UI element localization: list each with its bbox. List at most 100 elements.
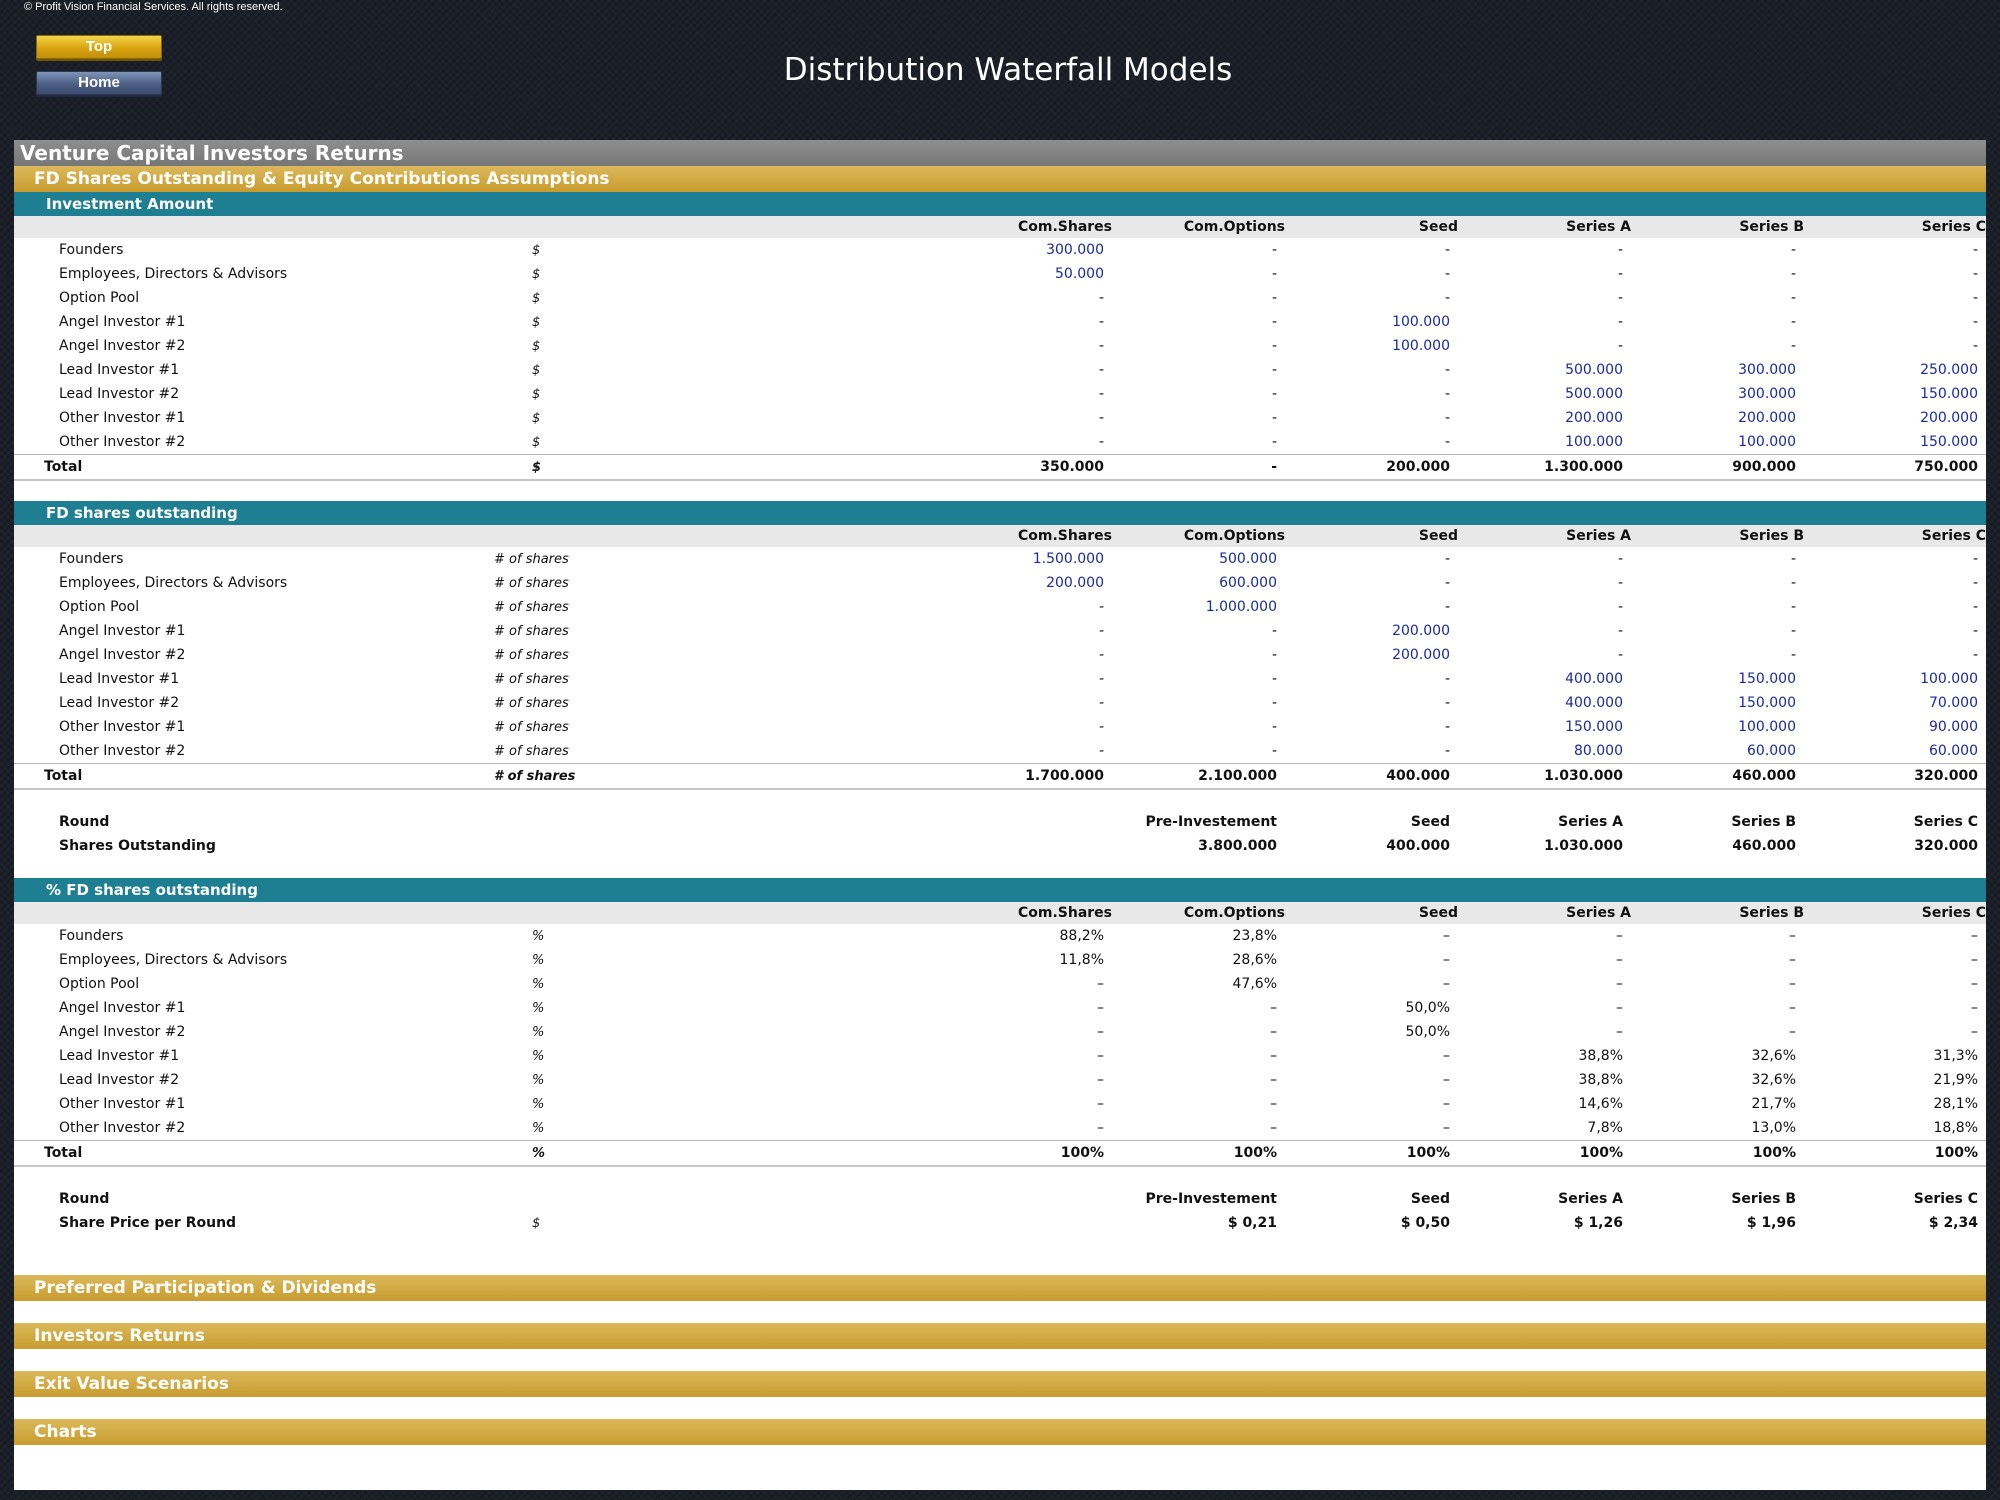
cell-series-a[interactable]: -: [1458, 571, 1631, 595]
cell-seed[interactable]: -: [1285, 595, 1458, 619]
round-value-pre-investement[interactable]: $ 0,21: [1112, 1211, 1285, 1235]
cell-series-b[interactable]: 150.000: [1631, 691, 1804, 715]
cell-series-a[interactable]: -: [1458, 643, 1631, 667]
cell-seed[interactable]: –: [1285, 924, 1458, 948]
round-value-series-c[interactable]: 320.000: [1804, 834, 1986, 858]
cell-seed[interactable]: –: [1285, 1044, 1458, 1068]
section-header-exit-value-scenarios[interactable]: Exit Value Scenarios: [14, 1371, 1986, 1397]
cell-series-a[interactable]: 80.000: [1458, 739, 1631, 764]
section-header-investors-returns[interactable]: Investors Returns: [14, 1323, 1986, 1349]
cell-series-c[interactable]: -: [1804, 262, 1986, 286]
cell-series-b[interactable]: 21,7%: [1631, 1092, 1804, 1116]
cell-com-options[interactable]: 100%: [1112, 1140, 1285, 1167]
cell-seed[interactable]: –: [1285, 1116, 1458, 1141]
cell-com-shares[interactable]: -: [939, 382, 1112, 406]
cell-series-a[interactable]: -: [1458, 595, 1631, 619]
round-value-seed[interactable]: 400.000: [1285, 834, 1458, 858]
cell-series-b[interactable]: -: [1631, 643, 1804, 667]
cell-series-c[interactable]: 70.000: [1804, 691, 1986, 715]
cell-com-options[interactable]: -: [1112, 691, 1285, 715]
cell-series-c[interactable]: 60.000: [1804, 739, 1986, 764]
cell-seed[interactable]: 200.000: [1285, 454, 1458, 481]
cell-series-a[interactable]: 38,8%: [1458, 1068, 1631, 1092]
cell-com-options[interactable]: –: [1112, 1068, 1285, 1092]
cell-series-a[interactable]: 500.000: [1458, 358, 1631, 382]
cell-seed[interactable]: -: [1285, 430, 1458, 455]
cell-seed[interactable]: –: [1285, 972, 1458, 996]
cell-com-shares[interactable]: –: [939, 972, 1112, 996]
cell-seed[interactable]: -: [1285, 691, 1458, 715]
cell-series-a[interactable]: 100%: [1458, 1140, 1631, 1167]
cell-series-b[interactable]: 200.000: [1631, 406, 1804, 430]
cell-com-options[interactable]: -: [1112, 310, 1285, 334]
cell-series-c[interactable]: 150.000: [1804, 430, 1986, 455]
cell-com-shares[interactable]: 350.000: [939, 454, 1112, 481]
cell-series-b[interactable]: 100%: [1631, 1140, 1804, 1167]
cell-com-shares[interactable]: -: [939, 595, 1112, 619]
round-value-series-b[interactable]: $ 1,96: [1631, 1211, 1804, 1235]
cell-series-c[interactable]: 750.000: [1804, 454, 1986, 481]
cell-com-options[interactable]: 47,6%: [1112, 972, 1285, 996]
cell-com-shares[interactable]: –: [939, 1092, 1112, 1116]
cell-series-c[interactable]: –: [1804, 948, 1986, 972]
cell-series-c[interactable]: 28,1%: [1804, 1092, 1986, 1116]
cell-series-a[interactable]: 100.000: [1458, 430, 1631, 455]
cell-com-options[interactable]: 28,6%: [1112, 948, 1285, 972]
cell-series-c[interactable]: –: [1804, 996, 1986, 1020]
cell-com-options[interactable]: -: [1112, 238, 1285, 262]
cell-series-b[interactable]: 13,0%: [1631, 1116, 1804, 1141]
cell-series-a[interactable]: -: [1458, 286, 1631, 310]
cell-series-b[interactable]: -: [1631, 238, 1804, 262]
cell-com-options[interactable]: -: [1112, 382, 1285, 406]
cell-com-options[interactable]: -: [1112, 667, 1285, 691]
section-header-assumptions[interactable]: FD Shares Outstanding & Equity Contribut…: [14, 166, 1986, 192]
cell-series-b[interactable]: -: [1631, 334, 1804, 358]
cell-series-c[interactable]: 100.000: [1804, 667, 1986, 691]
cell-series-b[interactable]: -: [1631, 547, 1804, 571]
cell-com-shares[interactable]: 11,8%: [939, 948, 1112, 972]
cell-com-shares[interactable]: -: [939, 406, 1112, 430]
cell-series-b[interactable]: 32,6%: [1631, 1044, 1804, 1068]
cell-series-a[interactable]: 500.000: [1458, 382, 1631, 406]
cell-series-c[interactable]: -: [1804, 286, 1986, 310]
cell-series-b[interactable]: -: [1631, 262, 1804, 286]
cell-series-b[interactable]: -: [1631, 310, 1804, 334]
cell-series-a[interactable]: –: [1458, 924, 1631, 948]
cell-series-b[interactable]: 60.000: [1631, 739, 1804, 764]
cell-com-shares[interactable]: 200.000: [939, 571, 1112, 595]
cell-series-a[interactable]: -: [1458, 238, 1631, 262]
cell-series-b[interactable]: 460.000: [1631, 763, 1804, 790]
cell-seed[interactable]: -: [1285, 571, 1458, 595]
cell-series-a[interactable]: 1.300.000: [1458, 454, 1631, 481]
cell-series-b[interactable]: –: [1631, 1020, 1804, 1044]
cell-com-options[interactable]: –: [1112, 1116, 1285, 1141]
cell-series-a[interactable]: –: [1458, 972, 1631, 996]
cell-seed[interactable]: -: [1285, 547, 1458, 571]
cell-series-a[interactable]: -: [1458, 334, 1631, 358]
cell-com-shares[interactable]: -: [939, 691, 1112, 715]
cell-seed[interactable]: -: [1285, 262, 1458, 286]
cell-series-b[interactable]: –: [1631, 972, 1804, 996]
cell-seed[interactable]: –: [1285, 1092, 1458, 1116]
cell-series-a[interactable]: 38,8%: [1458, 1044, 1631, 1068]
round-value-series-a[interactable]: $ 1,26: [1458, 1211, 1631, 1235]
cell-seed[interactable]: 200.000: [1285, 643, 1458, 667]
round-value-seed[interactable]: $ 0,50: [1285, 1211, 1458, 1235]
cell-seed[interactable]: -: [1285, 238, 1458, 262]
cell-series-c[interactable]: 320.000: [1804, 763, 1986, 790]
cell-seed[interactable]: -: [1285, 286, 1458, 310]
cell-series-a[interactable]: -: [1458, 310, 1631, 334]
cell-series-a[interactable]: -: [1458, 547, 1631, 571]
cell-series-c[interactable]: -: [1804, 619, 1986, 643]
cell-com-shares[interactable]: -: [939, 430, 1112, 455]
cell-com-shares[interactable]: -: [939, 739, 1112, 764]
cell-com-options[interactable]: –: [1112, 1020, 1285, 1044]
round-value-series-a[interactable]: 1.030.000: [1458, 834, 1631, 858]
cell-com-shares[interactable]: -: [939, 286, 1112, 310]
cell-com-shares[interactable]: -: [939, 667, 1112, 691]
cell-com-shares[interactable]: -: [939, 643, 1112, 667]
cell-series-c[interactable]: –: [1804, 1020, 1986, 1044]
cell-series-a[interactable]: –: [1458, 948, 1631, 972]
cell-seed[interactable]: 100.000: [1285, 310, 1458, 334]
cell-series-b[interactable]: 300.000: [1631, 382, 1804, 406]
